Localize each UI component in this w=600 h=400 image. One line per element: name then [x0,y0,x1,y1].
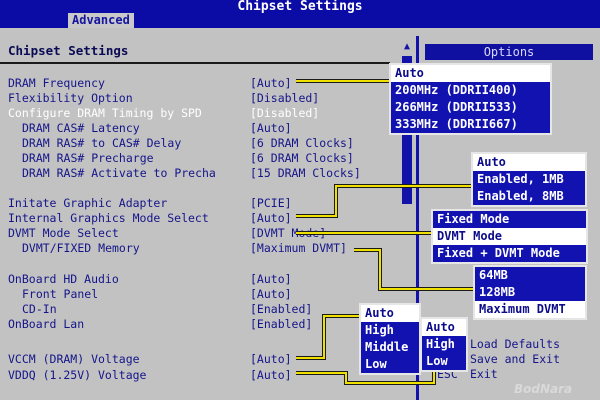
setting-label-initate-graphic-adapter[interactable]: Initate Graphic Adapter [8,196,167,210]
setting-label-dram-ras-activate[interactable]: DRAM RAS# Activate to Precha [22,166,216,180]
dvmt-memory-popup: 64MB 128MB Maximum DVMT [473,265,587,320]
setting-value-dram-frequency[interactable]: [Auto] [250,76,292,90]
popup-option[interactable]: Low [361,356,419,373]
scroll-up-icon[interactable]: ▲ [401,40,413,54]
popup-option[interactable]: Middle [361,339,419,356]
setting-label-dram-ras-precharge[interactable]: DRAM RAS# Precharge [22,151,154,165]
popup-option[interactable]: Maximum DVMT [475,301,585,318]
setting-value-vccm-voltage[interactable]: [Auto] [250,352,292,366]
setting-label-vddq-voltage[interactable]: VDDQ (1.25V) Voltage [8,368,146,382]
popup-option[interactable]: Fixed Mode [433,211,586,228]
setting-value-dram-cas-latency[interactable]: [Auto] [250,121,292,135]
setting-value-front-panel[interactable]: [Auto] [250,287,292,301]
popup-option[interactable]: 128MB [475,284,585,301]
setting-value-vddq-voltage[interactable]: [Auto] [250,368,292,382]
popup-option[interactable]: 266MHz (DDRII533) [391,99,550,116]
popup-option[interactable]: Fixed + DVMT Mode [433,245,586,262]
key-help-save-exit: Save and Exit [470,352,561,366]
setting-label-dram-ras-to-cas[interactable]: DRAM RAS# to CAS# Delay [22,136,181,150]
key-help-exit: Exit [470,367,498,381]
title-bar: Chipset Settings Advanced [0,0,600,28]
popup-option[interactable]: 333MHz (DDRII667) [391,116,550,133]
setting-value-dram-ras-activate[interactable]: [15 DRAM Clocks] [250,166,361,180]
vccm-voltage-popup: Auto High Middle Low [359,303,421,375]
setting-value-onboard-lan[interactable]: [Enabled] [250,317,312,331]
popup-option[interactable]: Low [422,353,466,370]
setting-label-dvmt-mode-select[interactable]: DVMT Mode Select [8,226,119,240]
popup-option[interactable]: 200MHz (DDRII400) [391,82,550,99]
dvmt-mode-popup: Fixed Mode DVMT Mode Fixed + DVMT Mode [431,209,588,264]
vddq-voltage-popup: Auto High Low [420,317,468,372]
setting-label-internal-graphics-mode[interactable]: Internal Graphics Mode Select [8,211,209,225]
dram-frequency-popup: Auto 200MHz (DDRII400) 266MHz (DDRII533)… [389,63,552,135]
popup-option[interactable]: Auto [473,154,585,171]
popup-option[interactable]: High [422,336,466,353]
setting-label-onboard-lan[interactable]: OnBoard Lan [8,317,84,331]
setting-label-configure-dram-timing[interactable]: Configure DRAM Timing by SPD [8,106,202,120]
popup-option[interactable]: 64MB [475,267,585,284]
popup-option[interactable]: High [361,322,419,339]
setting-value-dram-ras-precharge[interactable]: [6 DRAM Clocks] [250,151,354,165]
setting-label-front-panel[interactable]: Front Panel [22,287,98,301]
setting-value-dram-ras-to-cas[interactable]: [6 DRAM Clocks] [250,136,354,150]
setting-label-vccm-voltage[interactable]: VCCM (DRAM) Voltage [8,352,140,366]
title-divider [0,62,390,64]
window-title: Chipset Settings [237,0,363,14]
setting-value-configure-dram-timing[interactable]: [Disabled] [250,106,319,120]
setting-value-onboard-hd-audio[interactable]: [Auto] [250,272,292,286]
watermark-logo: BodNara [514,382,573,396]
setting-label-dvmt-fixed-memory[interactable]: DVMT/FIXED Memory [22,241,140,255]
popup-option[interactable]: DVMT Mode [433,228,586,245]
popup-option[interactable]: Auto [422,319,466,336]
setting-label-flexibility-option[interactable]: Flexibility Option [8,91,133,105]
setting-label-dram-frequency[interactable]: DRAM Frequency [8,76,105,90]
setting-value-initate-graphic-adapter[interactable]: [PCIE] [250,196,292,210]
popup-option[interactable]: Auto [391,65,550,82]
popup-option[interactable]: Enabled, 8MB [473,188,585,205]
popup-option[interactable]: Enabled, 1MB [473,171,585,188]
options-header: Options [425,44,593,60]
igfx-mode-popup: Auto Enabled, 1MB Enabled, 8MB [471,152,587,207]
setting-value-dvmt-fixed-memory[interactable]: [Maximum DVMT] [250,241,347,255]
setting-label-onboard-hd-audio[interactable]: OnBoard HD Audio [8,272,119,286]
panel-title: Chipset Settings [8,43,129,58]
key-help-load-defaults: Load Defaults [470,337,561,351]
setting-value-internal-graphics-mode[interactable]: [Auto] [250,211,292,225]
setting-value-flexibility-option[interactable]: [Disabled] [250,91,319,105]
setting-label-dram-cas-latency[interactable]: DRAM CAS# Latency [22,121,140,135]
tab-advanced[interactable]: Advanced [68,13,134,28]
popup-option[interactable]: Auto [361,305,419,322]
setting-value-dvmt-mode-select[interactable]: [DVMT Mode] [250,226,326,240]
setting-value-cd-in[interactable]: [Enabled] [250,302,312,316]
setting-label-cd-in[interactable]: CD-In [22,302,57,316]
